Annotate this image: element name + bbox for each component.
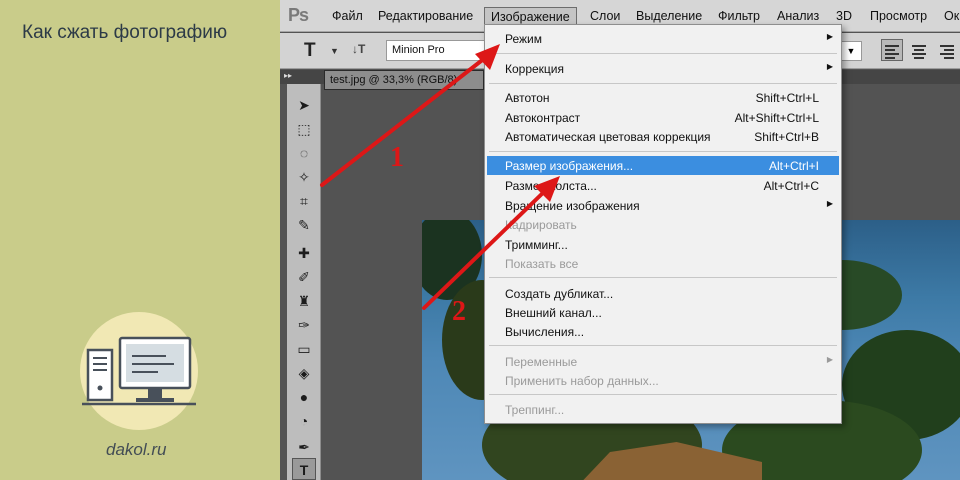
brush-tool-icon[interactable]: ✐ bbox=[292, 266, 316, 288]
document-tab[interactable]: test.jpg @ 33,3% (RGB/8) bbox=[324, 70, 484, 90]
font-size-dropdown[interactable]: ▼ bbox=[840, 41, 862, 61]
step-number-2: 2 bbox=[452, 296, 466, 327]
move-tool-icon[interactable]: ➤ bbox=[292, 94, 316, 116]
menu-item-image-rotation[interactable]: Вращение изображения ▶ bbox=[487, 196, 839, 215]
screenshot: Как сжать фотографию dakol.ru Ps Файл Ре… bbox=[0, 0, 960, 480]
menu-item-apply-image[interactable]: Внешний канал... bbox=[487, 303, 839, 322]
article-title: Как сжать фотографию bbox=[22, 22, 228, 43]
menu-layers[interactable]: Слои bbox=[590, 9, 620, 23]
align-center-button[interactable] bbox=[908, 39, 930, 61]
site-brand: dakol.ru bbox=[106, 440, 167, 459]
menu-analysis[interactable]: Анализ bbox=[777, 9, 819, 23]
type-tool-icon[interactable]: T bbox=[292, 458, 316, 480]
menu-separator bbox=[489, 394, 837, 395]
menu-item-trap: Треппинг... bbox=[505, 403, 565, 417]
dodge-tool-icon[interactable]: ◔ bbox=[292, 410, 316, 432]
menu-item-reveal-all: Показать все bbox=[505, 257, 579, 271]
eraser-icon[interactable]: ▭ bbox=[292, 338, 316, 360]
menu-item-mode[interactable]: Режим ▶ bbox=[487, 29, 839, 48]
submenu-arrow-icon: ▶ bbox=[826, 355, 833, 364]
align-right-button[interactable] bbox=[935, 39, 957, 61]
menu-separator bbox=[489, 277, 837, 278]
menu-separator bbox=[489, 53, 837, 54]
crop-tool-icon[interactable]: ⌗ bbox=[292, 190, 316, 212]
promo-panel: Как сжать фотографию dakol.ru bbox=[0, 0, 280, 480]
paint-bucket-icon[interactable]: ◈ bbox=[292, 362, 316, 384]
submenu-arrow-icon: ▶ bbox=[826, 62, 833, 71]
menu-separator bbox=[489, 83, 837, 84]
clone-stamp-icon[interactable]: ♜ bbox=[292, 290, 316, 312]
menu-item-variables: Переменные ▶ bbox=[505, 355, 833, 369]
lasso-tool-icon[interactable]: ◌ bbox=[292, 142, 316, 164]
menu-item-calculations[interactable]: Вычисления... bbox=[487, 322, 839, 341]
menu-window[interactable]: Ок bbox=[944, 9, 959, 23]
tools-panel: ➤ ⬚ ◌ ✧ ⌗ ✎ ✚ ✐ ♜ ✑ ▭ ◈ ● ◔ ✒ T bbox=[287, 84, 321, 480]
submenu-arrow-icon: ▶ bbox=[826, 199, 833, 208]
menu-item-auto-tone[interactable]: Автотон Shift+Ctrl+L bbox=[487, 88, 839, 107]
align-left-button[interactable] bbox=[881, 39, 903, 61]
eyedropper-icon[interactable]: ✎ bbox=[292, 214, 316, 236]
healing-brush-icon[interactable]: ✚ bbox=[292, 242, 316, 264]
menu-item-adjustments[interactable]: Коррекция ▶ bbox=[487, 59, 839, 78]
magic-wand-icon[interactable]: ✧ bbox=[292, 166, 316, 188]
menu-item-auto-contrast[interactable]: Автоконтраст Alt+Shift+Ctrl+L bbox=[487, 108, 839, 127]
computer-logo bbox=[80, 312, 198, 430]
submenu-arrow-icon: ▶ bbox=[826, 32, 833, 41]
menu-item-canvas-size[interactable]: Размер холста... Alt+Ctrl+C bbox=[487, 176, 839, 195]
menu-edit[interactable]: Редактирование bbox=[378, 9, 473, 23]
image-menu-dropdown: Режим ▶ Коррекция ▶ Автотон Shift+Ctrl+L Ав… bbox=[484, 24, 842, 424]
menu-item-auto-color[interactable]: Автоматическая цветовая коррекция Shift+C… bbox=[487, 127, 839, 146]
menu-select[interactable]: Выделение bbox=[636, 9, 702, 23]
menu-view[interactable]: Просмотр bbox=[870, 9, 927, 23]
marquee-tool-icon[interactable]: ⬚ bbox=[292, 118, 316, 140]
menu-separator bbox=[489, 151, 837, 152]
text-orientation-icon[interactable]: ↓T bbox=[352, 42, 365, 56]
step-number-1: 1 bbox=[390, 142, 404, 173]
menu-item-image-size[interactable]: Размер изображения... Alt+Ctrl+I bbox=[487, 156, 839, 175]
menu-file[interactable]: Файл bbox=[332, 9, 363, 23]
menu-item-crop: Кадрировать bbox=[505, 218, 577, 232]
menu-item-duplicate[interactable]: Создать дубликат... bbox=[487, 284, 839, 303]
chevron-down-icon[interactable]: ▼ bbox=[330, 46, 339, 56]
font-family-field[interactable]: Minion Pro bbox=[386, 40, 486, 61]
collapse-panel-icon[interactable]: ▸▸ bbox=[284, 71, 292, 80]
pen-tool-icon[interactable]: ✒ bbox=[292, 436, 316, 458]
blur-tool-icon[interactable]: ● bbox=[292, 386, 316, 408]
menu-separator bbox=[489, 345, 837, 346]
menu-item-apply-data-set: Применить набор данных... bbox=[505, 374, 659, 388]
menu-3d[interactable]: 3D bbox=[836, 9, 852, 23]
photoshop-logo: Ps bbox=[288, 5, 309, 25]
computer-icon bbox=[82, 336, 196, 406]
type-tool-preset-icon[interactable]: T bbox=[304, 40, 316, 62]
history-brush-icon[interactable]: ✑ bbox=[292, 314, 316, 336]
menu-filter[interactable]: Фильтр bbox=[718, 9, 760, 23]
menu-item-trim[interactable]: Тримминг... bbox=[487, 235, 839, 254]
